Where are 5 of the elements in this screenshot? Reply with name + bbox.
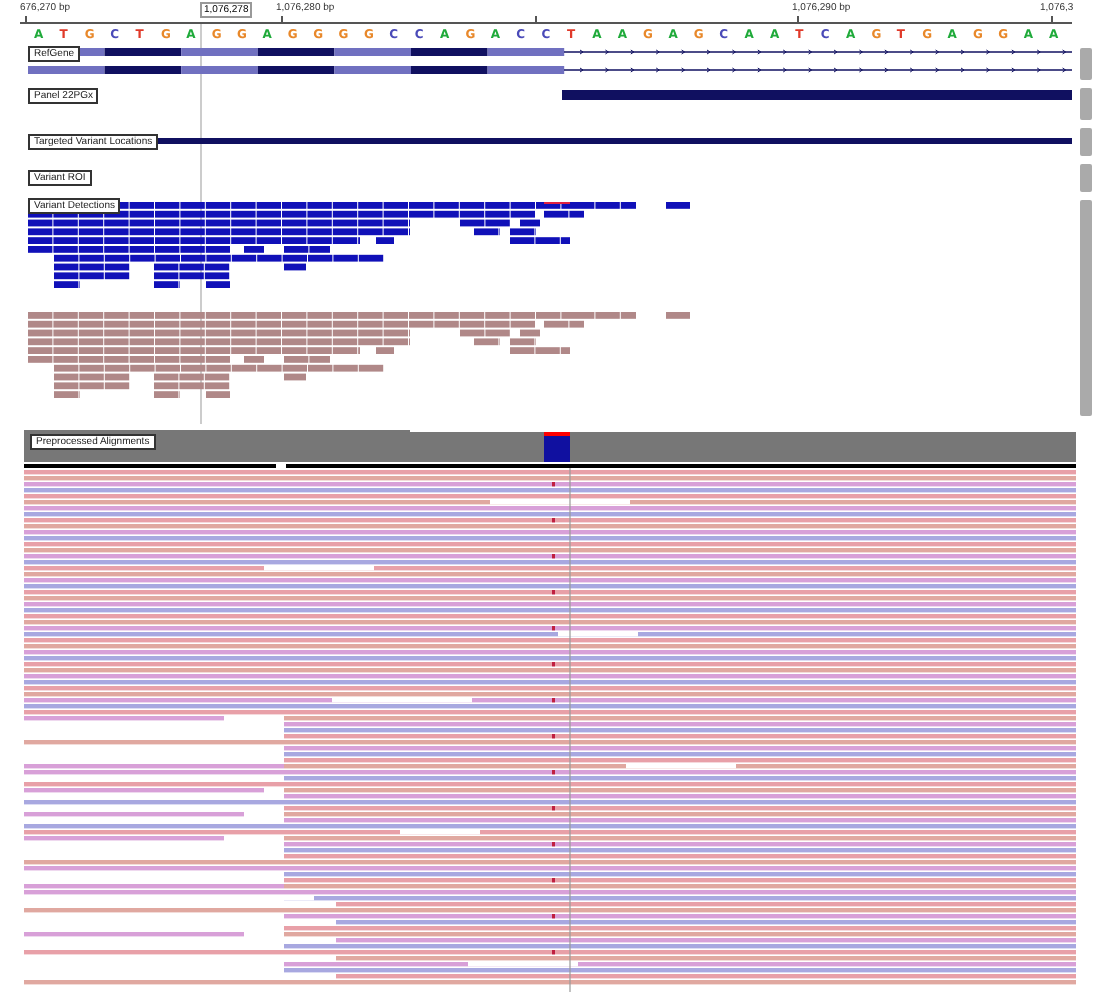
scrollbar[interactable] xyxy=(1080,48,1092,80)
scrollbar[interactable] xyxy=(1080,128,1092,156)
scrollbar[interactable] xyxy=(1080,164,1092,192)
scrollbar[interactable] xyxy=(1080,200,1092,416)
scrollbar[interactable] xyxy=(1080,88,1092,120)
